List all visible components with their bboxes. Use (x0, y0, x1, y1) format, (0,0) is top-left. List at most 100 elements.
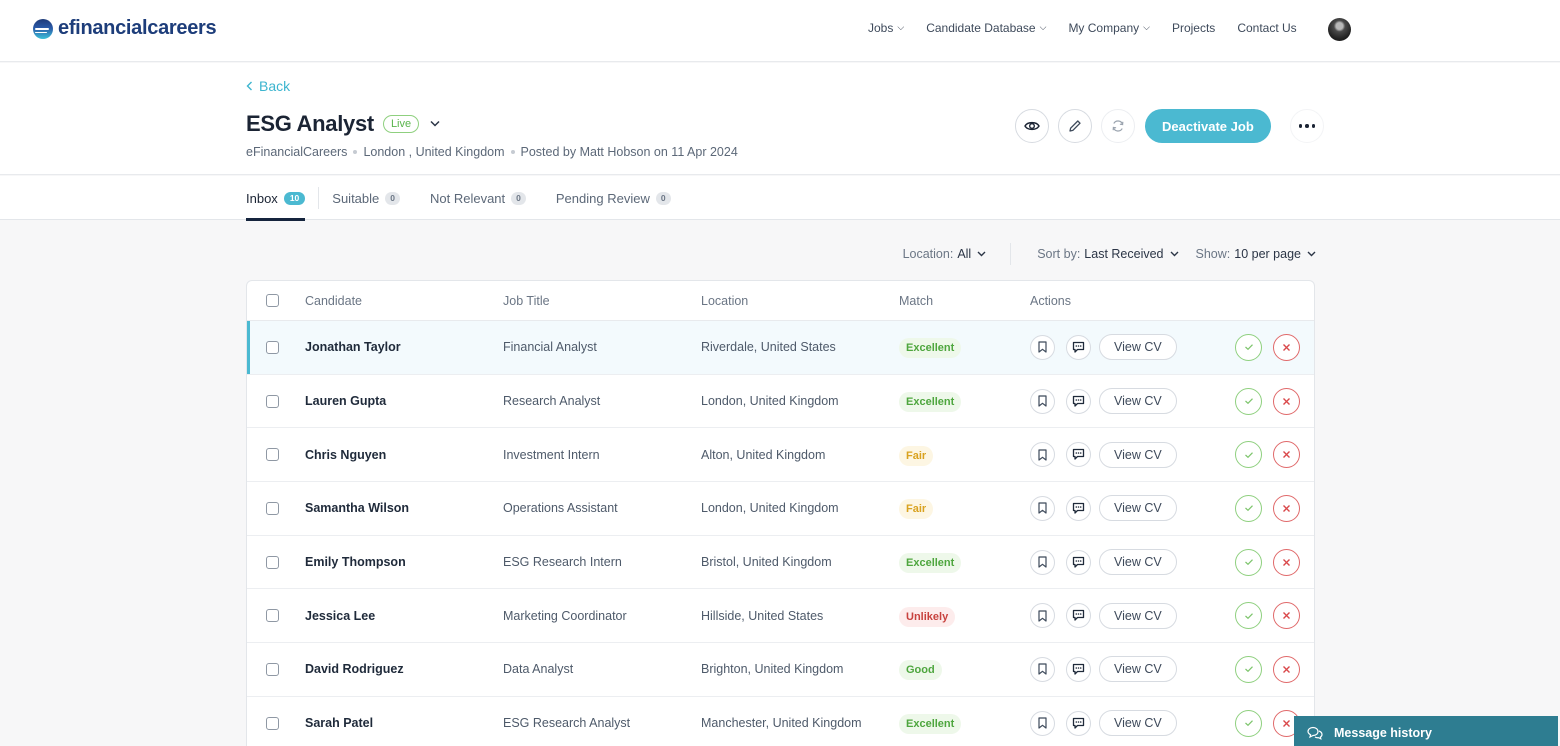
nav-item-contact-us[interactable]: Contact Us (1237, 21, 1296, 35)
save-candidate-button[interactable] (1030, 710, 1055, 736)
view-cv-button[interactable]: View CV (1099, 441, 1177, 468)
row-checkbox[interactable] (266, 340, 279, 354)
deactivate-job-button[interactable]: Deactivate Job (1145, 109, 1271, 143)
tab-pending-review[interactable]: Pending Review 0 (556, 176, 671, 220)
view-cv-button[interactable]: View CV (1099, 549, 1177, 576)
save-candidate-button[interactable] (1030, 656, 1055, 682)
accept-candidate-button[interactable] (1235, 655, 1262, 683)
back-link[interactable]: Back (246, 78, 290, 94)
reject-candidate-button[interactable] (1273, 494, 1300, 522)
check-icon (1244, 666, 1253, 673)
page-size-filter[interactable]: Show: 10 per page (1196, 247, 1316, 261)
table-row[interactable]: Chris Nguyen Investment Intern Alton, Un… (247, 428, 1314, 483)
column-header-match[interactable]: Match (899, 294, 933, 308)
accept-candidate-button[interactable] (1235, 387, 1262, 415)
check-icon (1244, 451, 1253, 458)
table-row[interactable]: Sarah Patel ESG Research Analyst Manches… (247, 697, 1314, 746)
bookmark-icon (1038, 449, 1047, 461)
filter-value: 10 per page (1234, 247, 1301, 261)
table-row[interactable]: Emily Thompson ESG Research Intern Brist… (247, 536, 1314, 590)
column-header-job-title[interactable]: Job Title (503, 294, 550, 308)
save-candidate-button[interactable] (1030, 549, 1055, 575)
column-header-candidate[interactable]: Candidate (305, 294, 362, 308)
message-candidate-button[interactable] (1066, 388, 1091, 414)
save-candidate-button[interactable] (1030, 495, 1055, 521)
column-header-location[interactable]: Location (701, 294, 748, 308)
message-candidate-button[interactable] (1066, 710, 1091, 736)
row-checkbox[interactable] (266, 448, 279, 462)
save-candidate-button[interactable] (1030, 603, 1055, 629)
candidate-name[interactable]: Sarah Patel (305, 716, 373, 730)
candidate-name[interactable]: Samantha Wilson (305, 501, 409, 515)
view-cv-button[interactable]: View CV (1099, 334, 1177, 361)
select-all-checkbox[interactable] (266, 294, 279, 307)
candidate-location: Riverdale, United States (701, 340, 836, 355)
save-candidate-button[interactable] (1030, 388, 1055, 414)
view-cv-button[interactable]: View CV (1099, 602, 1177, 629)
location-filter[interactable]: Location: All (903, 247, 987, 261)
reject-candidate-button[interactable] (1273, 655, 1300, 683)
table-row[interactable]: Samantha Wilson Operations Assistant Lon… (247, 482, 1314, 536)
reject-candidate-button[interactable] (1273, 333, 1300, 361)
more-options-button[interactable] (1289, 109, 1324, 143)
tab-inbox[interactable]: Inbox 10 (246, 176, 306, 221)
accept-candidate-button[interactable] (1235, 709, 1262, 737)
table-row[interactable]: David Rodriguez Data Analyst Brighton, U… (247, 643, 1314, 697)
edit-button[interactable] (1058, 109, 1092, 143)
user-avatar[interactable] (1328, 18, 1351, 41)
message-history-button[interactable]: Message history (1294, 716, 1558, 746)
save-candidate-button[interactable] (1030, 334, 1055, 360)
refresh-button[interactable] (1101, 109, 1135, 143)
save-candidate-button[interactable] (1030, 442, 1055, 468)
tab-suitable[interactable]: Suitable 0 (332, 176, 400, 220)
nav-item-projects[interactable]: Projects (1172, 21, 1215, 35)
candidate-name[interactable]: David Rodriguez (305, 662, 404, 676)
message-candidate-button[interactable] (1066, 334, 1091, 360)
close-icon (1283, 665, 1290, 673)
table-row[interactable]: Jessica Lee Marketing Coordinator Hillsi… (247, 589, 1314, 644)
table-row[interactable]: Jonathan Taylor Financial Analyst Riverd… (247, 321, 1314, 375)
reject-candidate-button[interactable] (1273, 602, 1300, 630)
job-menu-chevron-icon[interactable] (430, 118, 440, 130)
tab-label: Suitable (332, 190, 380, 206)
reject-candidate-button[interactable] (1273, 387, 1300, 415)
accept-candidate-button[interactable] (1235, 441, 1262, 469)
reject-candidate-button[interactable] (1273, 441, 1300, 469)
candidate-name[interactable]: Emily Thompson (305, 555, 406, 569)
nav-item-jobs[interactable]: Jobs ⌵ (868, 21, 904, 35)
message-candidate-button[interactable] (1066, 603, 1091, 629)
row-checkbox[interactable] (266, 662, 279, 676)
column-header-actions: Actions (1030, 293, 1071, 308)
brand-logo[interactable]: efinancialcareers (33, 17, 217, 40)
accept-candidate-button[interactable] (1235, 602, 1262, 630)
candidate-name[interactable]: Lauren Gupta (305, 394, 386, 408)
row-checkbox[interactable] (266, 394, 279, 408)
view-cv-button[interactable]: View CV (1099, 388, 1177, 415)
view-cv-button[interactable]: View CV (1099, 495, 1177, 522)
row-checkbox[interactable] (266, 609, 279, 623)
candidate-name[interactable]: Jonathan Taylor (305, 340, 401, 354)
preview-button[interactable] (1015, 109, 1049, 143)
tabs-bar: Inbox 10 Suitable 0 Not Relevant 0 Pendi… (0, 176, 1560, 221)
filter-label: Sort by: (1037, 247, 1081, 261)
row-checkbox[interactable] (266, 555, 279, 569)
nav-item-my-company[interactable]: My Company ⌵ (1068, 21, 1150, 35)
tab-not-relevant[interactable]: Not Relevant 0 (430, 176, 526, 220)
view-cv-button[interactable]: View CV (1099, 710, 1177, 737)
accept-candidate-button[interactable] (1235, 333, 1262, 361)
reject-candidate-button[interactable] (1273, 548, 1300, 576)
accept-candidate-button[interactable] (1235, 494, 1262, 522)
message-candidate-button[interactable] (1066, 495, 1091, 521)
row-checkbox[interactable] (266, 716, 279, 730)
accept-candidate-button[interactable] (1235, 548, 1262, 576)
row-checkbox[interactable] (266, 501, 279, 515)
nav-item-candidate-database[interactable]: Candidate Database ⌵ (926, 21, 1046, 35)
message-candidate-button[interactable] (1066, 656, 1091, 682)
message-candidate-button[interactable] (1066, 442, 1091, 468)
sort-filter[interactable]: Sort by: Last Received (1037, 247, 1179, 261)
table-row[interactable]: Lauren Gupta Research Analyst London, Un… (247, 375, 1314, 429)
view-cv-button[interactable]: View CV (1099, 656, 1177, 683)
candidate-name[interactable]: Chris Nguyen (305, 448, 386, 462)
candidate-name[interactable]: Jessica Lee (305, 609, 375, 623)
message-candidate-button[interactable] (1066, 549, 1091, 575)
